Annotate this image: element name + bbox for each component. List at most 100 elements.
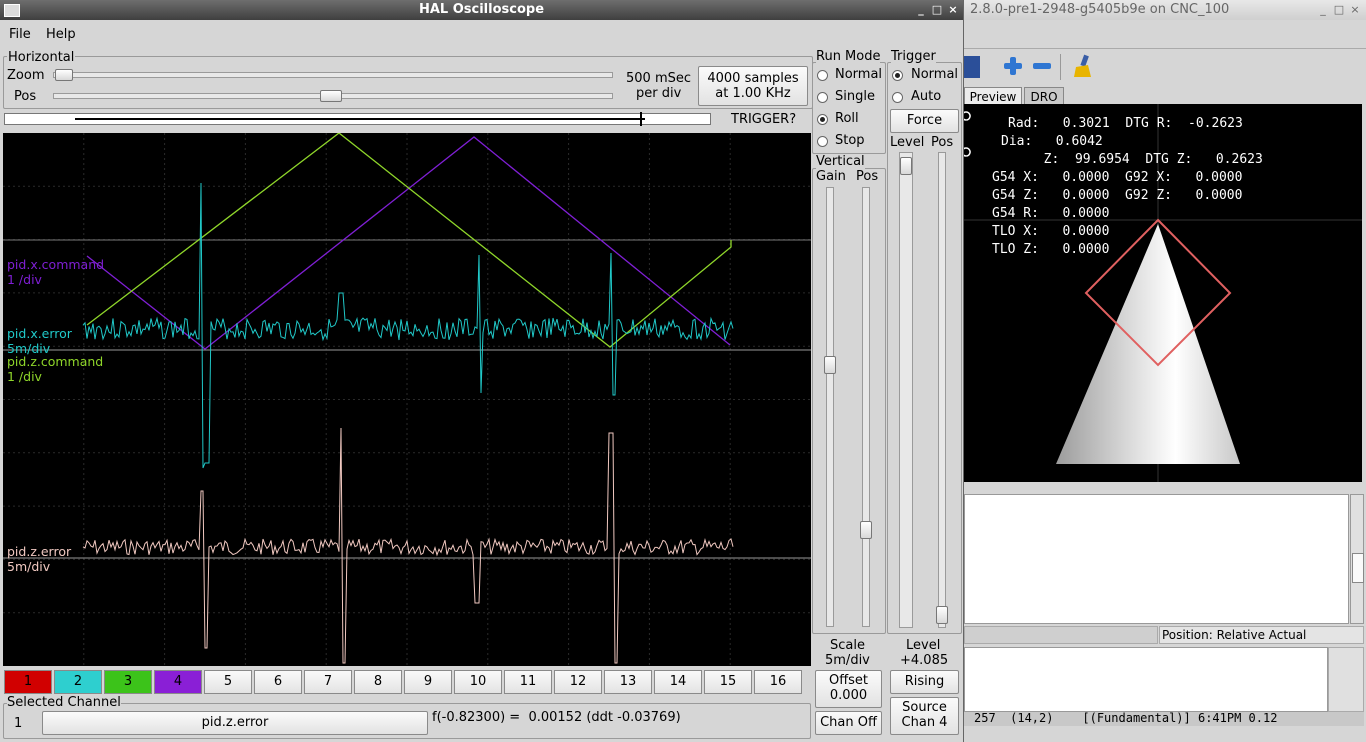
trigger-pos-slider[interactable] <box>938 152 946 628</box>
trigger-label: Trigger <box>891 49 936 64</box>
zoom-in-icon[interactable] <box>1002 55 1024 77</box>
vertical-pos-slider[interactable] <box>862 187 870 627</box>
preview-origin-icon-2 <box>964 147 971 157</box>
zoom-out-icon[interactable] <box>1031 55 1053 77</box>
trigger-pos-handle[interactable] <box>936 606 948 624</box>
level-title: Level <box>906 638 941 653</box>
channel-button-1[interactable]: 1 <box>4 670 52 694</box>
channel-button-8[interactable]: 8 <box>354 670 402 694</box>
trigger-mode-radio-auto[interactable] <box>892 92 903 103</box>
vertical-gain-label: Gain <box>816 169 846 184</box>
vertical-frame <box>812 168 886 634</box>
run-mode-label: Run Mode <box>816 49 881 64</box>
mdi-history-area[interactable] <box>964 647 1328 712</box>
channel-button-15[interactable]: 15 <box>704 670 752 694</box>
offset-value: 0.000 <box>829 688 868 703</box>
rising-edge-button[interactable]: Rising <box>890 670 959 694</box>
dro-line: Rad: 0.3021 DTG R: -0.2623 <box>1008 116 1243 131</box>
tab-dro[interactable]: DRO <box>1024 87 1064 105</box>
maximize-icon[interactable]: □ <box>930 3 944 17</box>
channel-button-16[interactable]: 16 <box>754 670 802 694</box>
trace-name: pid.z.command <box>7 354 104 369</box>
channel-button-12[interactable]: 12 <box>554 670 602 694</box>
channel-button-14[interactable]: 14 <box>654 670 702 694</box>
channel-readout: f(-0.82300) = 0.00152 (ddt -0.03769) <box>432 710 681 725</box>
offset-button[interactable]: Offset 0.000 <box>815 670 882 708</box>
channel-button-10[interactable]: 10 <box>454 670 502 694</box>
trace-scale: 5m/div <box>7 559 51 574</box>
selected-channel-number: 1 <box>14 716 23 731</box>
trigger-level-handle[interactable] <box>900 157 912 175</box>
tab-preview[interactable]: Preview <box>964 87 1022 105</box>
run-mode-radio-normal[interactable] <box>817 70 828 81</box>
gcode-preview[interactable]: Rad: 0.3021 DTG R: -0.2623 Dia: 0.6042 Z:… <box>964 104 1362 482</box>
trigger-mode-option-label: Normal <box>911 67 959 82</box>
cnc-minimize-icon[interactable]: _ <box>1316 3 1330 17</box>
menu-help[interactable]: Help <box>46 27 76 42</box>
samples-button[interactable]: 4000 samples at 1.00 KHz <box>698 66 808 106</box>
channel-button-4[interactable]: 4 <box>154 670 202 694</box>
gcode-scrollbar-thumb[interactable] <box>1352 553 1364 583</box>
trigger-level-label: Level <box>890 135 925 150</box>
channel-button-6[interactable]: 6 <box>254 670 302 694</box>
trigger-mode-radio-normal[interactable] <box>892 70 903 81</box>
cnc-close-icon[interactable]: × <box>1348 3 1362 17</box>
trigger-source-button[interactable]: Source Chan 4 <box>890 697 959 735</box>
trace-name: pid.x.command <box>7 257 105 272</box>
trace-scale: 1 /div <box>7 272 42 287</box>
trace-pid-x-command <box>86 136 731 350</box>
channel-button-9[interactable]: 9 <box>404 670 452 694</box>
zoom-slider[interactable] <box>53 72 613 78</box>
cnc-maximize-icon[interactable]: □ <box>1332 3 1346 17</box>
samples-line2: at 1.00 KHz <box>715 86 791 101</box>
run-mode-radio-roll[interactable] <box>817 114 828 125</box>
channel-button-13[interactable]: 13 <box>604 670 652 694</box>
trigger-level-slider[interactable] <box>899 152 913 628</box>
trace-label-pid-x-error: pid.x.error 5m/div <box>7 326 72 356</box>
channel-button-5[interactable]: 5 <box>204 670 252 694</box>
rate-line2: per div <box>636 86 682 101</box>
dro-line: TLO Z: 0.0000 <box>992 242 1110 257</box>
selected-channel-label: Selected Channel <box>7 695 121 710</box>
window-menu-icon[interactable] <box>4 4 20 17</box>
trace-pid-z-error <box>82 427 734 664</box>
menu-file[interactable]: File <box>9 27 31 42</box>
mdi-history-scrollbar[interactable] <box>1328 647 1364 712</box>
vertical-gain-handle[interactable] <box>824 356 836 374</box>
tool-cone-shape <box>1056 224 1240 464</box>
channel-button-11[interactable]: 11 <box>504 670 552 694</box>
vertical-gain-slider[interactable] <box>826 187 834 627</box>
source-line2: Chan 4 <box>901 715 948 730</box>
minimize-icon[interactable]: _ <box>914 3 928 17</box>
trace-label-pid-z-error: pid.z.error 5m/div <box>7 544 71 574</box>
close-icon[interactable]: × <box>946 3 960 17</box>
hal-title-bar: HAL Oscilloscope _ □ × <box>0 0 963 20</box>
toolbar-m1-icon[interactable] <box>964 56 980 78</box>
force-button[interactable]: Force <box>890 109 959 133</box>
dro-line: TLO X: 0.0000 <box>992 224 1110 239</box>
scope-display[interactable]: pid.x.command 1 /div pid.x.error 5m/div pi… <box>3 133 811 666</box>
status-line: 257 (14,2) [(Fundamental)] 6:41PM 0.12 <box>974 711 1278 725</box>
chan-off-button[interactable]: Chan Off <box>815 711 882 735</box>
gcode-scrollbar[interactable] <box>1350 494 1364 624</box>
status-bar: 257 (14,2) [(Fundamental)] 6:41PM 0.12 <box>964 711 1364 726</box>
cnc-window-title: 2.8.0-pre1-2948-g5405b9e on CNC_100 <box>970 2 1230 17</box>
vertical-pos-label: Pos <box>856 169 879 184</box>
zoom-slider-handle[interactable] <box>55 69 73 81</box>
trace-label-pid-z-command: pid.z.command 1 /div <box>7 354 103 384</box>
toolbar-separator <box>1060 54 1061 80</box>
horizontal-pos-handle[interactable] <box>320 90 342 102</box>
channel-button-3[interactable]: 3 <box>104 670 152 694</box>
trace-name: pid.x.error <box>7 326 72 341</box>
dro-line: G54 X: 0.0000 G92 X: 0.0000 <box>992 170 1243 185</box>
run-mode-radio-single[interactable] <box>817 92 828 103</box>
run-mode-radio-stop[interactable] <box>817 136 828 147</box>
window-title: HAL Oscilloscope <box>418 2 545 17</box>
channel-button-2[interactable]: 2 <box>54 670 102 694</box>
channel-button-7[interactable]: 7 <box>304 670 352 694</box>
gcode-text-area[interactable] <box>964 494 1349 624</box>
selected-signal-button[interactable]: pid.z.error <box>42 711 428 735</box>
vertical-pos-handle[interactable] <box>860 521 872 539</box>
trigger-mode-option-label: Auto <box>911 89 942 104</box>
clear-plot-brush-icon[interactable] <box>1070 53 1096 79</box>
